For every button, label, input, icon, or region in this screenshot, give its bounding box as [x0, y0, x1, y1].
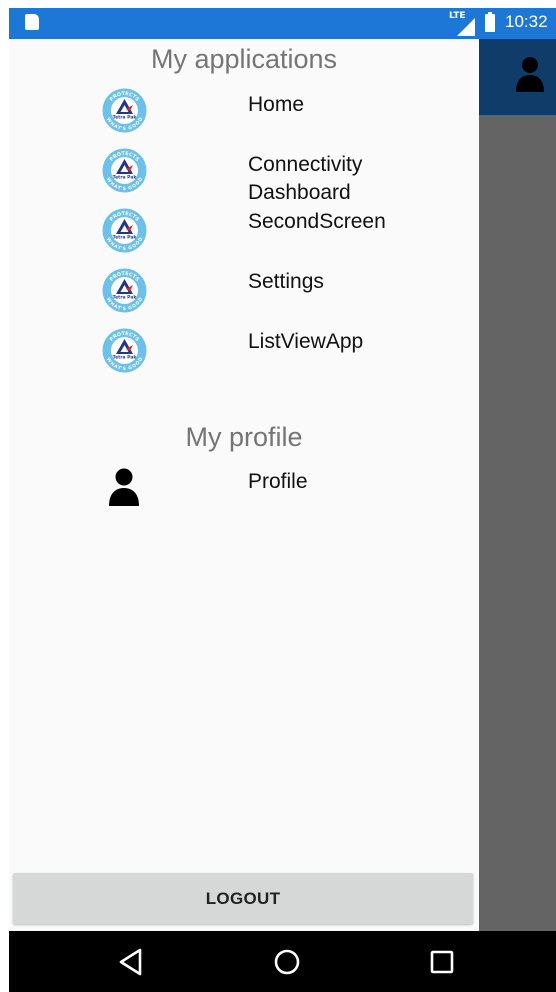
app-toolbar [479, 39, 556, 115]
recent-apps-icon[interactable] [425, 945, 459, 979]
tetra-pak-logo-icon: PROTECTS WHAT'S GOOD Tetra Pak [102, 148, 147, 193]
menu-item-label: Home [248, 93, 305, 116]
menu-item-label: Profile [248, 470, 308, 493]
system-navigation-bar [9, 931, 556, 992]
menu-item-listviewapp[interactable]: PROTECTS WHAT'S GOOD Tetra Pak ListViewA… [9, 325, 479, 381]
svg-text:Tetra Pak: Tetra Pak [113, 355, 138, 361]
menu-item-settings[interactable]: PROTECTS WHAT'S GOOD Tetra Pak Settings [9, 265, 479, 321]
menu-item-label: SecondScreen [248, 210, 386, 233]
svg-text:Tetra Pak: Tetra Pak [113, 115, 138, 121]
tetra-pak-logo-icon: PROTECTS WHAT'S GOOD Tetra Pak [102, 328, 147, 373]
status-bar: LTE 10:32 [9, 8, 556, 39]
menu-item-label: Connectivity Dashboard [248, 153, 363, 204]
section-title-applications: My applications [150, 44, 338, 74]
tetra-pak-logo-icon: PROTECTS WHAT'S GOOD Tetra Pak [102, 88, 147, 133]
logout-button[interactable]: LOGOUT [13, 873, 473, 924]
menu-item-secondscreen[interactable]: PROTECTS WHAT'S GOOD Tetra Pak SecondScr… [9, 205, 479, 261]
person-icon [109, 468, 139, 506]
menu-item-home[interactable]: PROTECTS WHAT'S GOOD Tetra Pak Home [9, 83, 479, 139]
menu-item-label: ListViewApp [248, 330, 364, 353]
home-icon[interactable] [270, 945, 304, 979]
tetra-pak-logo-icon: PROTECTS WHAT'S GOOD Tetra Pak [102, 208, 147, 253]
svg-text:Tetra Pak: Tetra Pak [113, 295, 138, 301]
battery-charging-icon [485, 12, 495, 32]
svg-text:Tetra Pak: Tetra Pak [113, 235, 138, 241]
menu-item-label: Settings [248, 270, 324, 293]
tetra-pak-logo-icon: PROTECTS WHAT'S GOOD Tetra Pak [102, 268, 147, 313]
signal-icon [457, 18, 475, 36]
navigation-drawer: My applications PROTECTS WHAT'S GOOD Tet… [9, 39, 479, 931]
clock: 10:32 [505, 12, 548, 31]
menu-item-profile[interactable]: Profile [9, 465, 479, 521]
back-icon[interactable] [114, 945, 148, 979]
menu-item-connectivity-dashboard[interactable]: PROTECTS WHAT'S GOOD Tetra Pak Connectiv… [9, 144, 479, 204]
section-title-profile: My profile [185, 422, 303, 452]
background-app[interactable] [479, 39, 556, 931]
sd-card-icon [25, 14, 39, 30]
svg-text:Tetra Pak: Tetra Pak [113, 175, 138, 181]
account-icon[interactable] [516, 56, 544, 92]
